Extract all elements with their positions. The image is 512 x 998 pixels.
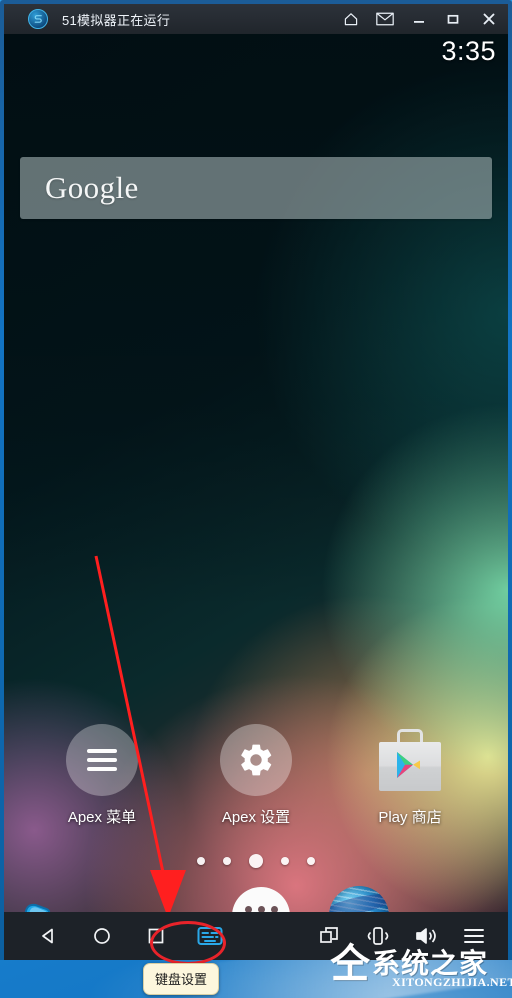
- titlebar-mail-button[interactable]: [368, 4, 402, 34]
- emulator-window-inner: 51模拟器正在运行 3:35 Google Apex 菜单 Apex 设置 Pl…: [4, 4, 508, 960]
- volume-icon[interactable]: [402, 912, 450, 960]
- home-page-indicator: [4, 854, 508, 868]
- emulator-logo-icon: [28, 9, 48, 29]
- shake-icon[interactable]: [354, 912, 402, 960]
- home-icon[interactable]: [78, 912, 126, 960]
- app-label: Apex 菜单: [67, 809, 137, 826]
- menu-icon[interactable]: [450, 912, 498, 960]
- maximize-icon[interactable]: [436, 4, 470, 34]
- multi-window-icon[interactable]: [306, 912, 354, 960]
- gear-icon: [220, 724, 292, 796]
- home-app-row: Apex 菜单 Apex 设置 Play 商店: [4, 724, 508, 827]
- apex-menu-icon-wrap: [66, 724, 138, 796]
- page-dot[interactable]: [197, 857, 205, 865]
- titlebar-home-button[interactable]: [334, 4, 368, 34]
- page-dot[interactable]: [281, 857, 289, 865]
- google-search-widget[interactable]: Google: [20, 157, 492, 219]
- app-shortcut-play-store[interactable]: Play 商店: [360, 724, 460, 827]
- window-titlebar: 51模拟器正在运行: [4, 4, 508, 34]
- google-logo: Google: [45, 170, 139, 205]
- keyboard-settings-tooltip: 键盘设置: [143, 963, 220, 995]
- page-dot[interactable]: [223, 857, 231, 865]
- back-icon[interactable]: [24, 912, 72, 960]
- play-triangle-icon: [397, 752, 420, 778]
- app-shortcut-apex-menu[interactable]: Apex 菜单: [52, 724, 152, 827]
- navbar-right-group: [306, 912, 508, 960]
- hamburger-menu-icon: [66, 724, 138, 796]
- page-dot-active[interactable]: [249, 854, 263, 868]
- app-label: Apex 设置: [221, 809, 291, 826]
- android-status-bar: 3:35: [4, 34, 508, 76]
- window-controls: [334, 4, 508, 34]
- minimize-icon[interactable]: [402, 4, 436, 34]
- keyboard-icon[interactable]: [186, 912, 234, 960]
- window-title: 51模拟器正在运行: [62, 12, 171, 28]
- android-navigation-bar: [4, 912, 508, 960]
- status-clock: 3:35: [441, 36, 496, 66]
- app-shortcut-apex-settings[interactable]: Apex 设置: [206, 724, 306, 827]
- play-store-icon: [377, 729, 443, 791]
- recents-icon[interactable]: [132, 912, 180, 960]
- app-label: Play 商店: [378, 809, 442, 826]
- apex-settings-icon-wrap: [220, 724, 292, 796]
- android-screen: 3:35 Google Apex 菜单 Apex 设置 Play 商店: [4, 34, 508, 960]
- close-icon[interactable]: [470, 4, 508, 34]
- play-store-icon-wrap: [374, 724, 446, 796]
- emulator-window: 51模拟器正在运行 3:35 Google Apex 菜单 Apex 设置 Pl…: [0, 0, 512, 960]
- page-dot[interactable]: [307, 857, 315, 865]
